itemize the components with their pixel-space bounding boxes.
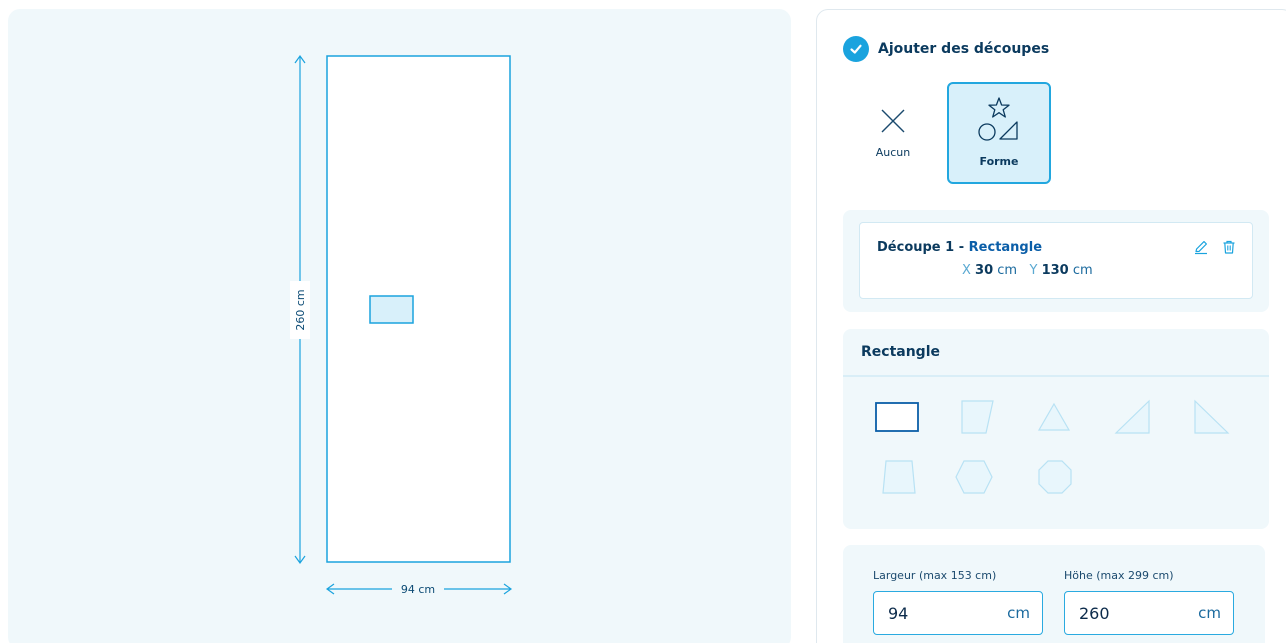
cut-coordinates: X 30 cm Y 130 cm: [962, 263, 1093, 278]
shape-octagon[interactable]: [1027, 457, 1083, 497]
shapes-icon: [978, 97, 1018, 141]
width-unit: cm: [1007, 604, 1030, 622]
close-icon: [881, 109, 905, 133]
shape-right-triangle-left[interactable]: [1105, 397, 1161, 437]
shape-hexagon[interactable]: [946, 457, 1002, 497]
shape-trapezoid-slanted[interactable]: [949, 397, 1005, 437]
cutout-rectangle[interactable]: [369, 295, 414, 324]
preview-drawing: 260 cm 94 cm: [290, 54, 513, 599]
cut-list: Découpe 1 - Rectangle X 30 cm Y 130 cm: [843, 210, 1269, 312]
height-dimension-label: 260 cm: [294, 289, 307, 330]
shape-panel-title: Rectangle: [843, 329, 1269, 377]
x-axis-label: X: [962, 263, 971, 278]
step-title: Ajouter des découpes: [878, 41, 1050, 57]
option-none[interactable]: Aucun: [841, 82, 945, 184]
check-icon: [843, 36, 869, 62]
shape-trapezoid[interactable]: [871, 457, 927, 497]
edit-icon[interactable]: [1192, 238, 1210, 256]
height-unit: cm: [1198, 604, 1221, 622]
width-field[interactable]: cm: [873, 591, 1043, 635]
y-unit: cm: [1072, 263, 1093, 278]
x-value: 30: [975, 263, 994, 278]
shape-selector: Rectangle: [843, 329, 1269, 529]
width-dimension-label: 94 cm: [401, 583, 435, 596]
x-unit: cm: [997, 263, 1018, 278]
shape-right-triangle-right[interactable]: [1183, 397, 1239, 437]
shape-triangle[interactable]: [1026, 397, 1082, 437]
y-value: 130: [1041, 263, 1069, 278]
option-shape[interactable]: Forme: [947, 82, 1051, 184]
width-field-label: Largeur (max 153 cm): [873, 569, 997, 582]
cut-title-prefix: Découpe 1 -: [877, 240, 969, 255]
glass-panel: [326, 55, 511, 563]
width-input[interactable]: [888, 603, 978, 623]
cut-actions: [1192, 238, 1238, 256]
preview-panel: 260 cm 94 cm: [8, 9, 791, 643]
option-shape-label: Forme: [979, 155, 1019, 168]
cut-item: Découpe 1 - Rectangle X 30 cm Y 130 cm: [859, 222, 1253, 299]
trash-icon[interactable]: [1220, 238, 1238, 256]
cut-title-shape: Rectangle: [968, 240, 1043, 255]
config-panel: Ajouter des découpes Aucun Forme Découpe…: [816, 9, 1286, 643]
height-input[interactable]: [1079, 603, 1169, 623]
cut-title: Découpe 1 - Rectangle: [877, 240, 1042, 255]
option-none-label: Aucun: [875, 146, 911, 159]
dimensions-panel: Largeur (max 153 cm) cm Höhe (max 299 cm…: [843, 545, 1265, 643]
height-field[interactable]: cm: [1064, 591, 1234, 635]
step-header: Ajouter des découpes: [843, 36, 1049, 62]
shape-rectangle[interactable]: [869, 397, 925, 437]
height-field-label: Höhe (max 299 cm): [1064, 569, 1174, 582]
y-axis-label: Y: [1029, 263, 1038, 278]
